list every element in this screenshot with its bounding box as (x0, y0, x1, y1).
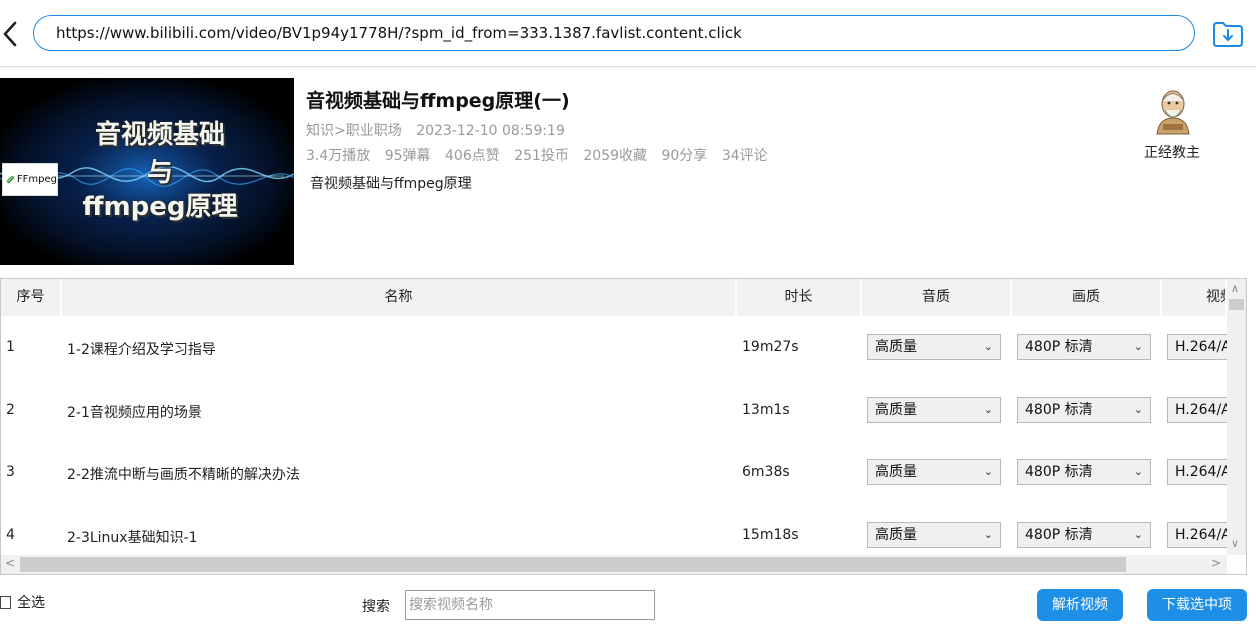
audio-select[interactable]: 高质量 ⌄ (867, 459, 1001, 485)
horizontal-scroll-thumb[interactable] (20, 557, 1126, 572)
scroll-up-icon[interactable]: ∧ (1231, 282, 1239, 295)
chevron-down-icon: ⌄ (983, 528, 993, 541)
audio-select-value: 高质量 (875, 402, 917, 418)
row-index: 1 (6, 339, 15, 355)
scroll-left-icon[interactable]: < (5, 556, 15, 570)
stat-coins: 251投币 (514, 148, 569, 164)
quality-select[interactable]: 480P 标清 ⌄ (1017, 334, 1151, 360)
thumbnail-title-line1: 音视频基础 (94, 120, 225, 150)
quality-select[interactable]: 480P 标清 ⌄ (1017, 397, 1151, 423)
video-title: 音视频基础与ffmpeg原理(一) (306, 90, 570, 112)
video-thumbnail: FFmpeg 音视频基础 与 ffmpeg原理 (0, 78, 294, 265)
header-quality[interactable]: 画质 (1012, 279, 1162, 316)
search-input[interactable] (405, 590, 655, 620)
stat-likes: 406点赞 (445, 148, 500, 164)
row-index: 4 (6, 527, 15, 543)
ffmpeg-logo: FFmpeg (2, 163, 58, 196)
stat-shares: 90分享 (661, 148, 708, 164)
row-name: 1-2课程介绍及学习指导 (67, 342, 216, 358)
chevron-down-icon: ⌄ (1133, 465, 1143, 478)
video-stats: 3.4万播放 95弹幕 406点赞 251投币 2059收藏 90分享 34评论 (306, 145, 778, 165)
select-all-checkbox[interactable] (0, 595, 11, 609)
quality-select-value: 480P 标清 (1025, 464, 1093, 480)
audio-select-value: 高质量 (875, 339, 917, 355)
row-duration: 13m1s (742, 402, 790, 418)
stat-comments: 34评论 (721, 148, 768, 164)
row-name: 2-3Linux基础知识-1 (67, 530, 198, 546)
ffmpeg-leaf-icon (6, 175, 15, 184)
uploader-avatar[interactable] (1149, 84, 1197, 136)
row-duration: 19m27s (742, 339, 799, 355)
chevron-down-icon: ⌄ (983, 340, 993, 353)
uploader-name[interactable]: 正经教主 (1130, 142, 1214, 162)
audio-select[interactable]: 高质量 ⌄ (867, 397, 1001, 423)
avatar-image (1156, 90, 1190, 135)
chevron-down-icon: ⌄ (983, 465, 993, 478)
back-button[interactable] (0, 18, 22, 50)
stat-views: 3.4万播放 (306, 148, 371, 164)
select-all[interactable]: 全选 (0, 592, 45, 612)
header-index[interactable]: 序号 (1, 279, 62, 316)
audio-select-value: 高质量 (875, 464, 917, 480)
select-all-label: 全选 (17, 595, 45, 611)
chevron-down-icon: ⌄ (1133, 528, 1143, 541)
thumbnail-title-line2: 与 (146, 158, 173, 188)
scroll-right-icon[interactable]: > (1211, 556, 1221, 570)
chevron-down-icon: ⌄ (983, 403, 993, 416)
scroll-down-icon[interactable]: ∨ (1231, 537, 1239, 550)
chevron-down-icon: ⌄ (1133, 340, 1143, 353)
video-category: 知识>职业职场 (306, 123, 402, 139)
video-date: 2023-12-10 08:59:19 (416, 123, 565, 139)
quality-select[interactable]: 480P 标清 ⌄ (1017, 522, 1151, 548)
row-index: 2 (6, 402, 15, 418)
chevron-left-icon (3, 21, 17, 47)
row-name: 2-2推流中断与画质不精晰的解决办法 (67, 467, 300, 483)
audio-select[interactable]: 高质量 ⌄ (867, 522, 1001, 548)
audio-select[interactable]: 高质量 ⌄ (867, 334, 1001, 360)
search-label: 搜索 (362, 599, 390, 615)
quality-select-value: 480P 标清 (1025, 527, 1093, 543)
row-duration: 6m38s (742, 464, 790, 480)
stat-favorites: 2059收藏 (583, 148, 648, 164)
audio-select-value: 高质量 (875, 527, 917, 543)
download-selected-button[interactable]: 下载选中项 (1147, 589, 1247, 621)
row-index: 3 (6, 464, 15, 480)
horizontal-scrollbar[interactable]: < > (1, 555, 1227, 574)
url-input[interactable] (33, 15, 1195, 51)
quality-select-value: 480P 标清 (1025, 402, 1093, 418)
quality-select-value: 480P 标清 (1025, 339, 1093, 355)
table-row[interactable]: 3 2-2推流中断与画质不精晰的解决办法 6m38s 高质量 ⌄ 480P 标清 ⌄… (1, 441, 1246, 503)
table-row[interactable]: 2 2-1音视频应用的场景 13m1s 高质量 ⌄ 480P 标清 ⌄ H.264/… (1, 379, 1246, 441)
video-description: 音视频基础与ffmpeg原理 (310, 176, 472, 192)
parse-video-button[interactable]: 解析视频 (1037, 589, 1123, 621)
download-folder-button[interactable] (1212, 20, 1244, 48)
address-toolbar (0, 0, 1256, 67)
episode-table: 序号 名称 时长 音质 画质 视频 1 1-2课程介绍及学习指导 19m27s … (0, 278, 1247, 575)
header-name[interactable]: 名称 (62, 279, 737, 316)
quality-select[interactable]: 480P 标清 ⌄ (1017, 459, 1151, 485)
vertical-scroll-thumb[interactable] (1229, 299, 1244, 310)
row-duration: 15m18s (742, 527, 799, 543)
stat-danmaku: 95弹幕 (384, 148, 431, 164)
thumbnail-title-line3: ffmpeg原理 (82, 192, 238, 222)
row-name: 2-1音视频应用的场景 (67, 405, 202, 421)
vertical-scrollbar[interactable]: ∧ ∨ (1227, 279, 1246, 555)
table-header: 序号 名称 时长 音质 画质 视频 (1, 279, 1241, 316)
header-duration[interactable]: 时长 (737, 279, 862, 316)
table-row[interactable]: 1 1-2课程介绍及学习指导 19m27s 高质量 ⌄ 480P 标清 ⌄ H.26… (1, 316, 1246, 378)
header-audio[interactable]: 音质 (862, 279, 1012, 316)
header-codec[interactable]: 视频 (1162, 279, 1227, 316)
logo-text: FFmpeg (16, 174, 57, 185)
chevron-down-icon: ⌄ (1133, 403, 1143, 416)
folder-download-icon (1213, 22, 1243, 47)
video-meta: 知识>职业职场 2023-12-10 08:59:19 (306, 120, 575, 140)
